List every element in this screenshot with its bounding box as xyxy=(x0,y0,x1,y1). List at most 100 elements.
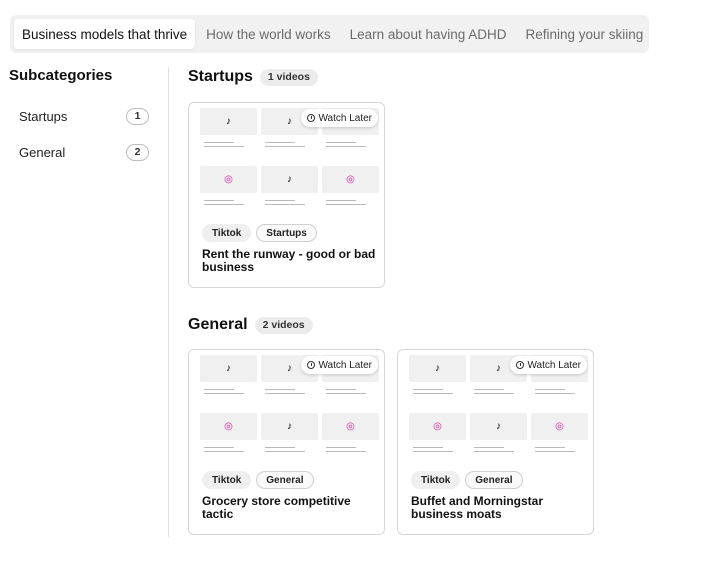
watch-later-button[interactable]: Watch Later xyxy=(510,356,587,374)
clock-icon xyxy=(516,361,525,369)
tiktok-icon: ♪ xyxy=(287,174,292,185)
thumbnail-tile: ◎ xyxy=(409,413,466,440)
tag-chip[interactable]: Tiktok xyxy=(202,471,252,489)
instagram-icon: ◎ xyxy=(224,174,233,185)
thumbnail-text-line xyxy=(326,393,366,394)
thumbnail-text-line xyxy=(535,393,575,394)
video-card[interactable]: ♪ ♪ ◎ ♪ ◎ Watch Later Tiktok Startups Rent t… xyxy=(188,102,385,288)
video-card[interactable]: ♪ ♪ ◎ ♪ ◎ Watch Later Tiktok General Grocery… xyxy=(188,349,385,535)
thumbnail-text-line xyxy=(535,447,565,448)
watch-later-button[interactable]: Watch Later xyxy=(301,109,378,127)
thumbnail-text-line xyxy=(204,393,244,394)
thumbnail-tile: ♪ xyxy=(470,413,527,440)
thumbnail-text-line xyxy=(265,447,295,448)
video-count-badge: 1 videos xyxy=(259,68,318,86)
thumbnail-tile: ◎ xyxy=(322,413,379,440)
thumbnail-text-line xyxy=(474,447,504,448)
thumbnail-tile: ♪ xyxy=(200,108,257,135)
instagram-icon: ◎ xyxy=(555,421,564,432)
video-title: Grocery store competitive tactic xyxy=(202,494,351,521)
thumbnail-text-line xyxy=(265,200,295,201)
thumbnail-tile: ♪ xyxy=(200,355,257,382)
watch-later-label: Watch Later xyxy=(527,359,581,371)
thumbnail-tile: ◎ xyxy=(531,413,588,440)
watch-later-button[interactable]: Watch Later xyxy=(301,356,378,374)
section-title: General xyxy=(188,316,248,333)
thumbnail-text-line xyxy=(265,142,295,143)
thumbnail-text-line xyxy=(474,389,504,390)
thumbnail-text-line xyxy=(474,393,514,394)
video-title: Rent the runway - good or bad business xyxy=(202,247,376,274)
clock-icon xyxy=(307,114,316,122)
tiktok-icon: ♪ xyxy=(287,421,292,432)
thumbnail-text-line xyxy=(535,389,565,390)
sidebar-item-general[interactable]: General 2 xyxy=(9,134,149,170)
thumbnail-tile: ♪ xyxy=(261,413,318,440)
tab-refining-skiing[interactable]: Refining your skiing xyxy=(518,19,652,49)
tag-chip[interactable]: Tiktok xyxy=(202,224,252,242)
thumbnail-text-line xyxy=(326,142,356,143)
thumbnail-text-line xyxy=(204,204,244,205)
thumbnail-text-line xyxy=(265,393,305,394)
sidebar-divider xyxy=(168,67,169,537)
thumbnail-tile: ♪ xyxy=(409,355,466,382)
sidebar-item-label: General xyxy=(19,144,66,160)
tab-learn-about-adhd[interactable]: Learn about having ADHD xyxy=(342,19,515,49)
tiktok-icon: ♪ xyxy=(226,363,231,374)
category-tabs: Business models that thrive How the worl… xyxy=(10,15,649,53)
thumbnail-text-line xyxy=(413,451,453,452)
instagram-icon: ◎ xyxy=(346,421,355,432)
watch-later-label: Watch Later xyxy=(318,112,372,124)
thumbnail-tile: ◎ xyxy=(322,166,379,193)
thumbnail-text-line xyxy=(326,447,356,448)
thumbnail-text-line xyxy=(204,447,234,448)
count-badge: 1 xyxy=(126,107,149,125)
thumbnail-text-line xyxy=(326,146,366,147)
thumbnail-text-line xyxy=(326,200,356,201)
thumbnail-tile: ♪ xyxy=(261,166,318,193)
clock-icon xyxy=(307,361,316,369)
thumbnail-text-line xyxy=(535,451,575,452)
thumbnail-text-line xyxy=(413,393,453,394)
section-general: General 2 videos xyxy=(188,314,313,336)
tab-business-models[interactable]: Business models that thrive xyxy=(14,19,196,49)
video-card[interactable]: ♪ ♪ ◎ ♪ ◎ Watch Later Tiktok General Buffet … xyxy=(397,349,594,535)
thumbnail-text-line xyxy=(204,451,244,452)
section-startups: Startups 1 videos xyxy=(188,66,318,88)
tiktok-icon: ♪ xyxy=(435,363,440,374)
thumbnail-text-line xyxy=(413,389,443,390)
sidebar-item-label: Startups xyxy=(19,108,68,124)
section-title: Startups xyxy=(188,68,253,85)
thumbnail-text-line xyxy=(204,200,234,201)
sidebar-title: Subcategories xyxy=(9,67,113,84)
tab-how-the-world-works[interactable]: How the world works xyxy=(198,19,339,49)
tag-chip[interactable]: Startups xyxy=(256,224,317,242)
thumbnail-tile: ◎ xyxy=(200,166,257,193)
video-title: Buffet and Morningstar business moats xyxy=(411,494,543,521)
subcategories-sidebar: Subcategories Startups 1 General 2 xyxy=(9,67,149,170)
thumbnail-text-line xyxy=(265,146,305,147)
thumbnail-text-line xyxy=(413,447,443,448)
thumbnail-text-line xyxy=(474,451,514,452)
thumbnail-tile: ◎ xyxy=(200,413,257,440)
thumbnail-text-line xyxy=(204,389,234,390)
thumbnail-text-line xyxy=(265,389,295,390)
thumbnail-text-line xyxy=(204,146,244,147)
instagram-icon: ◎ xyxy=(433,421,442,432)
thumbnail-text-line xyxy=(204,142,234,143)
thumbnail-text-line xyxy=(326,389,356,390)
sidebar-item-startups[interactable]: Startups 1 xyxy=(9,98,149,134)
thumbnail-text-line xyxy=(326,451,366,452)
tiktok-icon: ♪ xyxy=(496,421,501,432)
tiktok-icon: ♪ xyxy=(226,116,231,127)
tag-chip[interactable]: General xyxy=(256,471,314,489)
instagram-icon: ◎ xyxy=(224,421,233,432)
thumbnail-text-line xyxy=(326,204,366,205)
instagram-icon: ◎ xyxy=(346,174,355,185)
tag-chip[interactable]: Tiktok xyxy=(411,471,461,489)
count-badge: 2 xyxy=(126,143,149,161)
watch-later-label: Watch Later xyxy=(318,359,372,371)
tag-chip[interactable]: General xyxy=(465,471,523,489)
video-count-badge: 2 videos xyxy=(254,316,313,334)
thumbnail-text-line xyxy=(265,204,305,205)
